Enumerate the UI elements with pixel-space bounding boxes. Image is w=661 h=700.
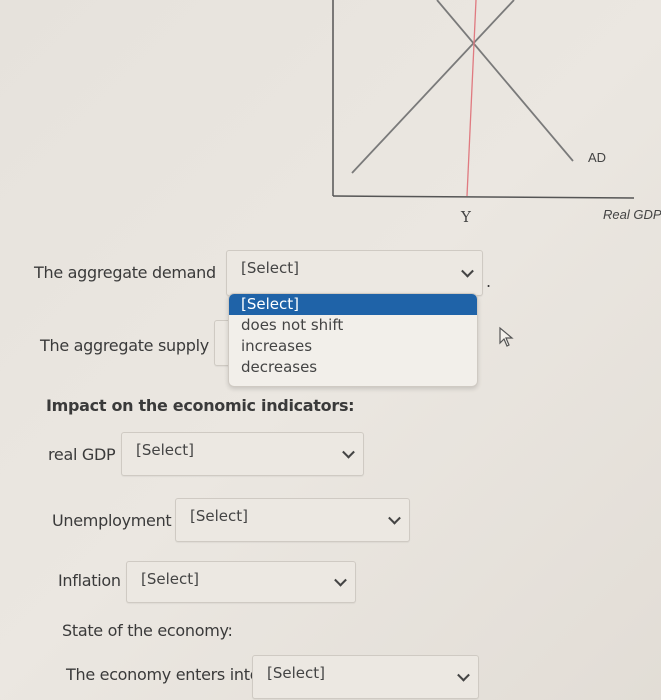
dropdown-option[interactable]: increases	[229, 336, 477, 357]
unemployment-select[interactable]: [Select]	[175, 498, 410, 542]
chevron-down-icon	[342, 445, 355, 459]
real-gdp-select[interactable]: [Select]	[121, 432, 364, 476]
economy-enters-select[interactable]: [Select]	[252, 655, 479, 699]
sentence-period: .	[486, 272, 492, 291]
dropdown-option[interactable]: does not shift	[229, 315, 477, 336]
dropdown-list: [Select] does not shift increases decrea…	[228, 293, 478, 387]
impact-heading: Impact on the economic indicators:	[46, 396, 355, 415]
chevron-down-icon	[334, 573, 347, 587]
select-value: [Select]	[190, 507, 248, 525]
x-axis-label: Real GDP	[603, 207, 661, 222]
ad-curve	[436, 0, 574, 162]
select-value: [Select]	[267, 664, 325, 682]
ad-label: AD	[588, 150, 606, 165]
x-marker-label: Y	[460, 208, 472, 226]
dropdown-option[interactable]: decreases	[229, 357, 477, 378]
economy-enters-label: The economy enters into:	[66, 665, 265, 684]
aggregate-supply-label: The aggregate supply	[40, 336, 209, 355]
select-value: [Select]	[141, 570, 199, 588]
inflation-label: Inflation	[58, 571, 121, 590]
inflation-select[interactable]: [Select]	[126, 561, 356, 603]
aggregate-demand-label: The aggregate demand	[34, 263, 216, 282]
state-heading: State of the economy:	[62, 621, 233, 640]
dropdown-option[interactable]: [Select]	[229, 294, 477, 315]
as-curve	[351, 0, 515, 174]
chevron-down-icon	[457, 668, 470, 682]
select-value: [Select]	[136, 441, 194, 459]
chevron-down-icon	[388, 511, 401, 525]
x-axis	[332, 195, 635, 199]
mouse-cursor-icon	[499, 326, 514, 347]
potential-gdp-line	[466, 0, 477, 197]
ad-as-graph: AD Real GDP Y	[332, 0, 661, 226]
unemployment-label: Unemployment	[52, 511, 172, 530]
real-gdp-label: real GDP	[48, 445, 116, 464]
chevron-down-icon	[461, 264, 474, 278]
select-value: [Select]	[241, 259, 299, 277]
aggregate-demand-select[interactable]: [Select]	[226, 250, 483, 296]
